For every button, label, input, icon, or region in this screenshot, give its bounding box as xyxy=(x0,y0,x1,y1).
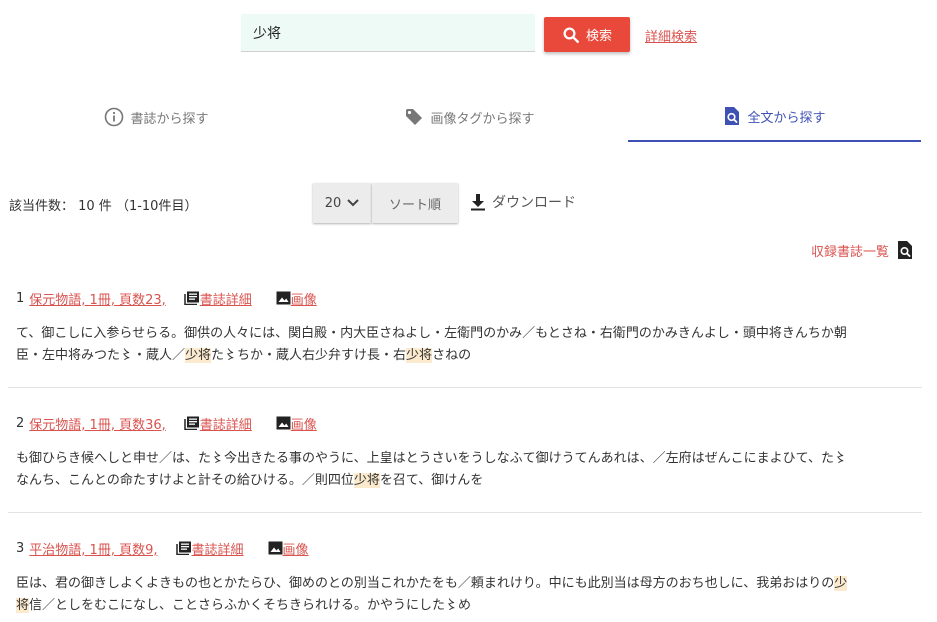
book-icon xyxy=(175,541,192,555)
bibliography-detail-link[interactable]: 書誌詳細 xyxy=(184,289,252,308)
snippet-line: 臣・左中将みつた〻・蔵人／少将た〻ちか・蔵人右少弁すけ長・右少将さねの xyxy=(16,345,916,367)
bibliography-detail-link[interactable]: 書誌詳細 xyxy=(184,414,252,433)
snippet-text: さねの xyxy=(432,348,472,363)
collection-list-label: 収録書誌一覧 xyxy=(811,244,890,260)
result-number: 2 xyxy=(16,415,25,431)
search-button[interactable]: 検索 xyxy=(544,17,630,52)
book-icon xyxy=(184,291,200,305)
snippet-line: なんち、こんとの命たすけよと計その給ひける。／則四位少将を召て、御けんを xyxy=(16,470,916,492)
chevron-down-icon xyxy=(347,199,359,207)
result-number: 1 xyxy=(16,290,25,306)
collection-list-link[interactable]: 収録書誌一覧 xyxy=(811,240,913,260)
document-search-icon xyxy=(723,106,741,126)
search-input[interactable] xyxy=(241,14,535,52)
tab-bibliography[interactable]: 書誌から探す xyxy=(0,92,313,142)
sort-button[interactable]: ソート順 xyxy=(372,183,458,223)
snippet-text: 信／としをむこになし、ことさらふかくそちきられける。かやうにした〻め xyxy=(29,598,472,613)
snippet-line: て、御こしに入参らせらる。御供の人々には、関白殿・内大臣さねよし・左衛門のかみ／… xyxy=(16,323,916,345)
divider xyxy=(8,387,922,388)
result-snippet: 臣は、君の御きしよくよきもの也とかたらひ、御めのとの別当これかたをも／頼まれけり… xyxy=(8,573,922,617)
result-title-link[interactable]: 保元物語, 1冊, 頁数36, xyxy=(29,414,165,433)
image-label: 画像 xyxy=(290,417,317,433)
result-snippet: も御ひらき候へしと申せ／は、た〻今出きたる事のやうに、上皇はとうさいをうしなふて… xyxy=(8,448,922,492)
image-icon xyxy=(276,416,291,430)
image-icon xyxy=(276,291,291,305)
image-icon xyxy=(268,541,283,555)
advanced-search-link[interactable]: 詳細検索 xyxy=(645,26,697,45)
per-page-value: 20 xyxy=(324,195,342,211)
divider xyxy=(8,512,922,513)
detail-label: 書誌詳細 xyxy=(191,542,244,558)
snippet-line: 将信／としをむこになし、ことさらふかくそちきられける。かやうにした〻め xyxy=(16,595,916,617)
snippet-text: も御ひらき候へしと申せ／は、た〻今出きたる事のやうに、上皇はとうさいをうしなふて… xyxy=(16,451,847,466)
tab-image-tags[interactable]: 画像タグから探す xyxy=(313,92,626,142)
result-number: 3 xyxy=(16,540,25,556)
tab-label: 全文から探す xyxy=(747,110,826,126)
image-label: 画像 xyxy=(290,292,317,308)
document-search-icon xyxy=(897,240,913,260)
result-count: 該当件数： 10 件 （1-10件目） xyxy=(9,199,198,214)
result-snippet: て、御こしに入参らせらる。御供の人々には、関白殿・内大臣さねよし・左衛門のかみ／… xyxy=(8,323,922,367)
result-title-link[interactable]: 保元物語, 1冊, 頁数23, xyxy=(29,289,165,308)
result-item: 3 平治物語, 1冊, 頁数9, 書誌詳細 画像 臣は、君の御きしよくよきもの也… xyxy=(8,539,922,617)
search-icon xyxy=(562,26,580,44)
bibliography-detail-link[interactable]: 書誌詳細 xyxy=(175,539,244,558)
download-icon xyxy=(470,193,486,211)
tag-icon xyxy=(404,107,424,127)
highlight-match: 少 xyxy=(834,576,848,591)
tab-label: 書誌から探す xyxy=(130,111,209,127)
download-label: ダウンロード xyxy=(492,195,576,211)
image-link[interactable]: 画像 xyxy=(276,414,317,433)
book-icon xyxy=(184,416,200,430)
highlight-match: 将 xyxy=(16,598,30,613)
result-title-link[interactable]: 平治物語, 1冊, 頁数9, xyxy=(29,539,157,558)
result-item: 1 保元物語, 1冊, 頁数23, 書誌詳細 画像 て、御こしに入参らせらる。御… xyxy=(8,289,922,367)
per-page-select[interactable]: 20 xyxy=(313,183,371,223)
highlight-match: 少将 xyxy=(353,473,380,488)
detail-label: 書誌詳細 xyxy=(199,292,252,308)
snippet-line: も御ひらき候へしと申せ／は、た〻今出きたる事のやうに、上皇はとうさいをうしなふて… xyxy=(16,448,916,470)
search-button-label: 検索 xyxy=(585,29,612,44)
result-item: 2 保元物語, 1冊, 頁数36, 書誌詳細 画像 も御ひらき候へしと申せ／は、… xyxy=(8,414,922,492)
info-icon xyxy=(104,107,124,127)
highlight-match: 少将 xyxy=(406,348,433,363)
sort-label: ソート順 xyxy=(388,197,441,213)
image-label: 画像 xyxy=(282,542,309,558)
download-button[interactable]: ダウンロード xyxy=(470,192,576,212)
snippet-text: なんち、こんとの命たすけよと計その給ひける。／則四位 xyxy=(16,473,354,488)
snippet-text: 臣・左中将みつた〻・蔵人／ xyxy=(16,348,186,363)
snippet-text: 臣は、君の御きしよくよきもの也とかたらひ、御めのとの別当これかたをも／頼まれけり… xyxy=(16,576,835,591)
snippet-text: た〻ちか・蔵人右少弁すけ長・右 xyxy=(211,348,407,363)
detail-label: 書誌詳細 xyxy=(199,417,252,433)
snippet-line: 臣は、君の御きしよくよきもの也とかたらひ、御めのとの別当これかたをも／頼まれけり… xyxy=(16,573,916,595)
tab-fulltext[interactable]: 全文から探す xyxy=(628,92,921,142)
tab-label: 画像タグから探す xyxy=(430,111,535,127)
image-link[interactable]: 画像 xyxy=(276,289,317,308)
snippet-text: て、御こしに入参らせらる。御供の人々には、関白殿・内大臣さねよし・左衛門のかみ／… xyxy=(16,326,847,341)
image-link[interactable]: 画像 xyxy=(268,539,309,558)
highlight-match: 少将 xyxy=(185,348,212,363)
snippet-text: を召て、御けんを xyxy=(379,473,484,488)
